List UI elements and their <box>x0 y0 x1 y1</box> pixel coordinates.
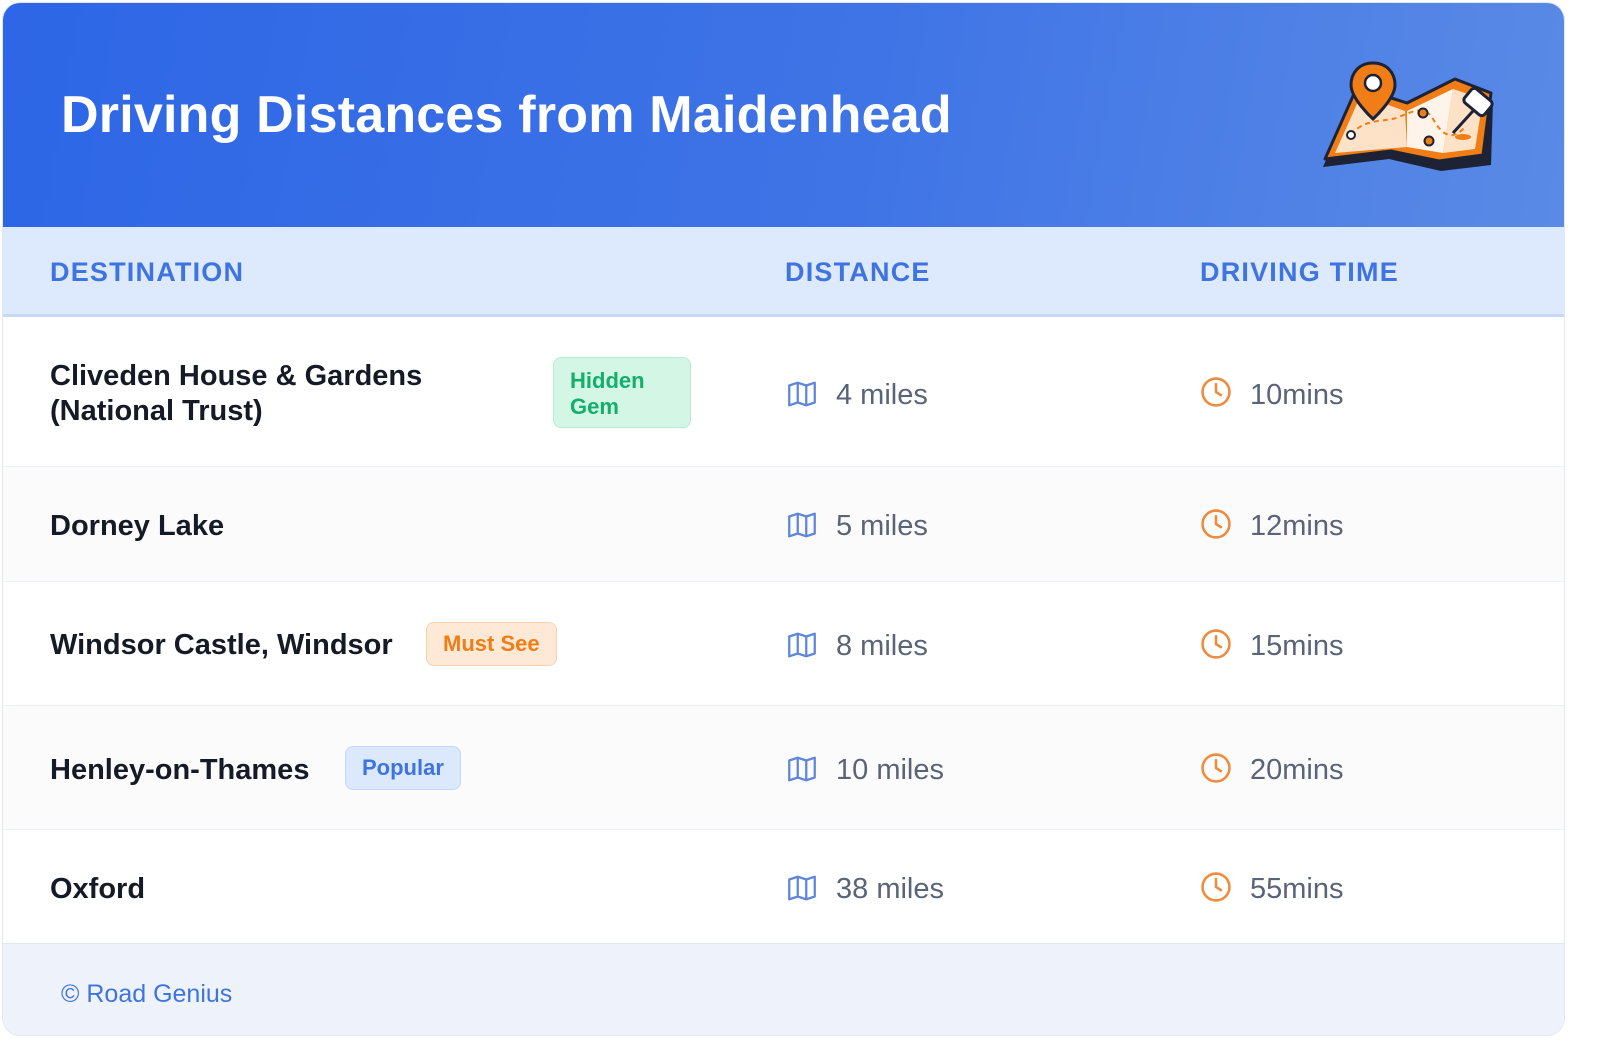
distance-value: 4 miles <box>836 379 928 411</box>
clock-icon <box>1201 629 1231 659</box>
distance-card: Driving Distances from Maidenhead DESTIN… <box>2 2 1565 1036</box>
map-icon <box>788 756 816 782</box>
distance-value: 10 miles <box>836 754 944 786</box>
map-icon <box>788 381 816 407</box>
map-icon <box>788 875 816 901</box>
clock-icon <box>1201 753 1231 783</box>
table-row: Henley-on-Thames Popular 10 miles 20mins <box>3 706 1564 830</box>
table-row: Oxford 38 miles 55mins <box>3 830 1564 943</box>
distance-value: 5 miles <box>836 510 928 542</box>
column-header-driving-time: DRIVING TIME <box>1200 257 1399 287</box>
status-badge: Hidden Gem <box>553 357 691 428</box>
page-title: Driving Distances from Maidenhead <box>61 86 952 144</box>
driving-time-value: 55mins <box>1250 873 1344 905</box>
distance-value: 8 miles <box>836 630 928 662</box>
copyright-credit: © Road Genius <box>61 980 233 1008</box>
driving-time-value: 20mins <box>1250 754 1344 786</box>
driving-time-value: 15mins <box>1250 630 1344 662</box>
destination-name: Windsor Castle, Windsor <box>50 629 393 661</box>
column-header-distance: DISTANCE <box>785 257 931 287</box>
destination-name: Henley-on-Thames <box>50 754 310 786</box>
destination-name: Cliveden House & Gardens (National Trust… <box>50 360 423 427</box>
table-row: Dorney Lake 5 miles 12mins <box>3 467 1564 582</box>
map-with-pins-icon <box>1323 61 1494 171</box>
map-icon <box>788 512 816 538</box>
driving-time-value: 10mins <box>1250 379 1344 411</box>
distance-value: 38 miles <box>836 873 944 905</box>
column-header-destination: DESTINATION <box>50 257 245 287</box>
map-icon <box>788 632 816 658</box>
clock-icon <box>1201 872 1231 902</box>
driving-time-value: 12mins <box>1250 510 1344 542</box>
card-header: Driving Distances from Maidenhead <box>3 3 1564 227</box>
card-footer: © Road Genius <box>3 943 1564 1035</box>
table-row: Windsor Castle, Windsor Must See 8 miles… <box>3 582 1564 706</box>
clock-icon <box>1201 377 1231 407</box>
clock-icon <box>1201 509 1231 539</box>
status-badge: Popular <box>345 746 461 790</box>
table-header: DESTINATION DISTANCE DRIVING TIME <box>3 227 1564 317</box>
destination-name: Oxford <box>50 873 146 905</box>
status-badge: Must See <box>426 622 557 666</box>
destination-name: Dorney Lake <box>50 510 225 542</box>
table-row: Cliveden House & Gardens (National Trust… <box>3 317 1564 467</box>
